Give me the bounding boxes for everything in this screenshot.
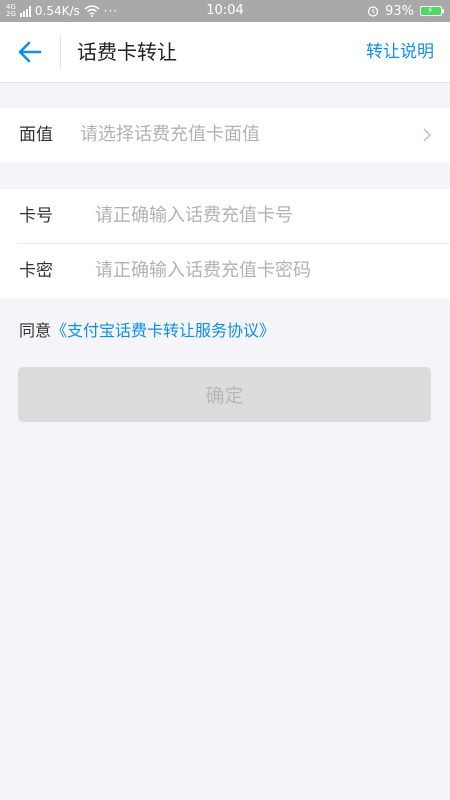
alarm-icon — [367, 6, 379, 17]
status-right: 93% ⚡ — [367, 0, 444, 22]
back-arrow-icon[interactable] — [16, 39, 44, 65]
card-info-card: 卡号 请正确输入话费充值卡号 卡密 请正确输入话费充值卡密码 — [0, 189, 450, 298]
page-title: 话费卡转让 — [77, 40, 177, 64]
nav-bar: 话费卡转让 转让说明 — [0, 22, 450, 83]
status-bar: 4G 2G 0.54K/s ··· 10:04 93% ⚡ — [0, 0, 450, 22]
transfer-instructions-link[interactable]: 转让说明 — [366, 22, 434, 82]
denomination-label: 面值 — [19, 125, 53, 145]
card-password-row[interactable]: 卡密 请正确输入话费充值卡密码 — [0, 244, 450, 298]
agreement-text: 同意《支付宝话费卡转让服务协议》 — [19, 320, 275, 342]
nav-divider — [60, 37, 61, 67]
card-password-label: 卡密 — [19, 261, 53, 281]
denomination-placeholder: 请选择话费充值卡面值 — [80, 124, 260, 145]
agreement-prefix: 同意 — [19, 321, 52, 340]
battery-icon: ⚡ — [420, 6, 444, 16]
card-password-input[interactable]: 请正确输入话费充值卡密码 — [95, 244, 311, 298]
battery-percent: 93% — [385, 3, 414, 19]
card-number-row[interactable]: 卡号 请正确输入话费充值卡号 — [0, 189, 450, 243]
chevron-right-icon — [423, 128, 432, 142]
confirm-button[interactable]: 确定 — [18, 367, 431, 422]
denomination-card: 面值 请选择话费充值卡面值 — [0, 108, 450, 162]
denomination-selector[interactable]: 面值 请选择话费充值卡面值 — [0, 108, 450, 162]
card-number-label: 卡号 — [19, 206, 53, 226]
service-agreement-link[interactable]: 《支付宝话费卡转让服务协议》 — [51, 321, 275, 340]
card-number-input[interactable]: 请正确输入话费充值卡号 — [95, 189, 293, 243]
